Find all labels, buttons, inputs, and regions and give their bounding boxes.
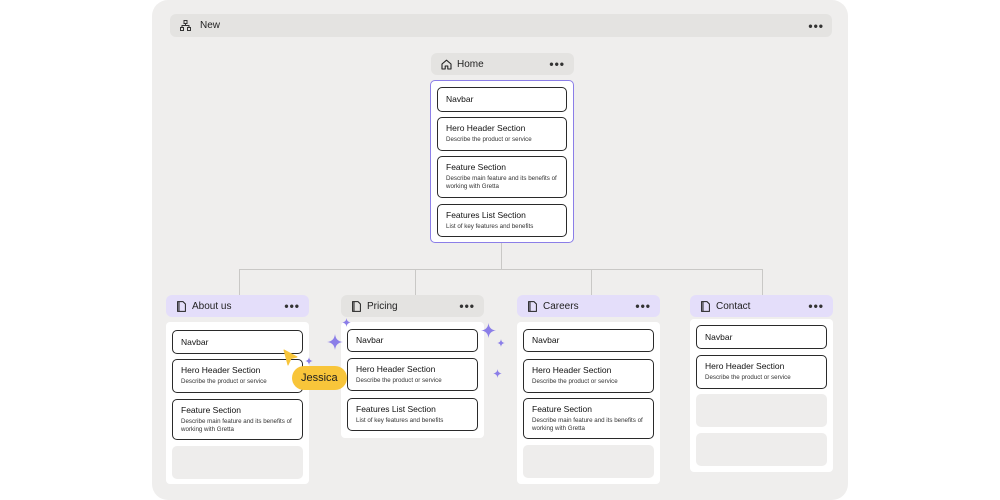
page-title: Contact xyxy=(716,300,751,312)
connector-line xyxy=(239,269,240,296)
section-title: Feature Section xyxy=(181,405,242,415)
section-title: Feature Section xyxy=(532,404,593,414)
page-icon xyxy=(526,300,538,312)
section-placeholder[interactable] xyxy=(696,433,827,466)
section-title: Hero Header Section xyxy=(181,365,261,375)
section-title: Features List Section xyxy=(356,404,436,414)
section-description: Describe the product or service xyxy=(356,377,442,384)
cursor-icon xyxy=(283,349,298,366)
section-description: Describe the product or service xyxy=(181,378,267,385)
page-icon xyxy=(699,300,711,312)
section-features-list[interactable]: Features List Section List of key featur… xyxy=(437,204,567,237)
page-card-home[interactable]: Navbar Hero Header Section Describe the … xyxy=(430,80,574,243)
section-navbar[interactable]: Navbar xyxy=(347,329,478,352)
more-options-icon[interactable]: ••• xyxy=(808,300,824,312)
page-card-careers[interactable]: Navbar Hero Header Section Describe the … xyxy=(517,322,660,484)
section-title: Hero Header Section xyxy=(446,123,526,133)
connector-line xyxy=(762,269,763,296)
page-title: About us xyxy=(192,300,232,312)
connector-line xyxy=(501,243,502,269)
section-title: Navbar xyxy=(532,335,560,345)
sitemap-title[interactable]: New xyxy=(200,20,808,31)
section-description: Describe main feature and its benefits o… xyxy=(181,418,292,433)
home-icon xyxy=(440,58,452,70)
section-navbar[interactable]: Navbar xyxy=(437,87,567,112)
page-icon xyxy=(350,300,362,312)
section-description: List of key features and benefits xyxy=(356,417,444,424)
more-options-icon[interactable]: ••• xyxy=(284,300,300,312)
sparkle-icon xyxy=(493,369,502,378)
sparkle-icon xyxy=(305,357,313,365)
section-placeholder[interactable] xyxy=(696,394,827,427)
section-navbar[interactable]: Navbar xyxy=(696,325,827,349)
more-options-icon[interactable]: ••• xyxy=(549,58,565,70)
section-title: Hero Header Section xyxy=(356,364,436,374)
sparkle-icon xyxy=(481,323,496,338)
page-title: Careers xyxy=(543,300,579,312)
more-options-icon[interactable]: ••• xyxy=(459,300,475,312)
section-features-list[interactable]: Features List Section List of key featur… xyxy=(347,398,478,431)
section-placeholder[interactable] xyxy=(172,446,303,479)
section-feature[interactable]: Feature Section Describe main feature an… xyxy=(437,156,567,198)
section-hero-header[interactable]: Hero Header Section Describe the product… xyxy=(696,355,827,389)
section-title: Hero Header Section xyxy=(532,365,612,375)
sparkle-icon xyxy=(327,334,343,350)
sparkle-icon xyxy=(497,339,505,347)
page-card-pricing[interactable]: Navbar Hero Header Section Describe the … xyxy=(341,322,484,438)
section-title: Navbar xyxy=(705,331,733,342)
section-description: List of key features and benefits xyxy=(446,223,534,230)
page-header-pricing[interactable]: Pricing ••• xyxy=(341,295,484,317)
sparkle-icon xyxy=(342,318,351,327)
section-hero-header[interactable]: Hero Header Section Describe the product… xyxy=(347,358,478,391)
section-description: Describe main feature and its benefits o… xyxy=(532,417,643,432)
page-title: Pricing xyxy=(367,300,398,312)
section-placeholder[interactable] xyxy=(523,445,654,478)
page-card-about-us[interactable]: Navbar Hero Header Section Describe the … xyxy=(166,322,309,484)
section-title: Hero Header Section xyxy=(705,361,785,371)
section-description: Describe main feature and its benefits o… xyxy=(446,175,557,190)
more-options-icon[interactable]: ••• xyxy=(635,300,651,312)
connector-line xyxy=(415,269,416,296)
section-title: Navbar xyxy=(181,336,209,347)
section-navbar[interactable]: Navbar xyxy=(523,329,654,352)
section-description: Describe the product or service xyxy=(532,378,618,385)
collaborator-badge: Jessica xyxy=(292,366,347,390)
connector-line xyxy=(239,269,763,270)
section-feature[interactable]: Feature Section Describe main feature an… xyxy=(523,398,654,439)
more-options-icon[interactable]: ••• xyxy=(808,20,824,32)
sitemap-icon xyxy=(178,19,192,33)
page-title: Home xyxy=(457,58,484,70)
section-title: Features List Section xyxy=(446,210,526,220)
page-header-careers[interactable]: Careers ••• xyxy=(517,295,660,317)
connector-line xyxy=(591,269,592,296)
page-card-contact[interactable]: Navbar Hero Header Section Describe the … xyxy=(690,319,833,472)
section-feature[interactable]: Feature Section Describe main feature an… xyxy=(172,399,303,440)
page-header-home[interactable]: Home ••• xyxy=(431,53,574,75)
section-description: Describe the product or service xyxy=(705,374,791,381)
page-header-contact[interactable]: Contact ••• xyxy=(690,295,833,317)
sitemap-toolbar: New ••• xyxy=(170,14,832,37)
page-header-about-us[interactable]: About us ••• xyxy=(166,295,309,317)
section-title: Navbar xyxy=(446,94,474,104)
section-title: Navbar xyxy=(356,335,384,345)
section-title: Feature Section xyxy=(446,162,507,172)
section-description: Describe the product or service xyxy=(446,136,532,143)
page-icon xyxy=(175,300,187,312)
section-hero-header[interactable]: Hero Header Section Describe the product… xyxy=(523,359,654,393)
section-hero-header[interactable]: Hero Header Section Describe the product… xyxy=(437,117,567,151)
